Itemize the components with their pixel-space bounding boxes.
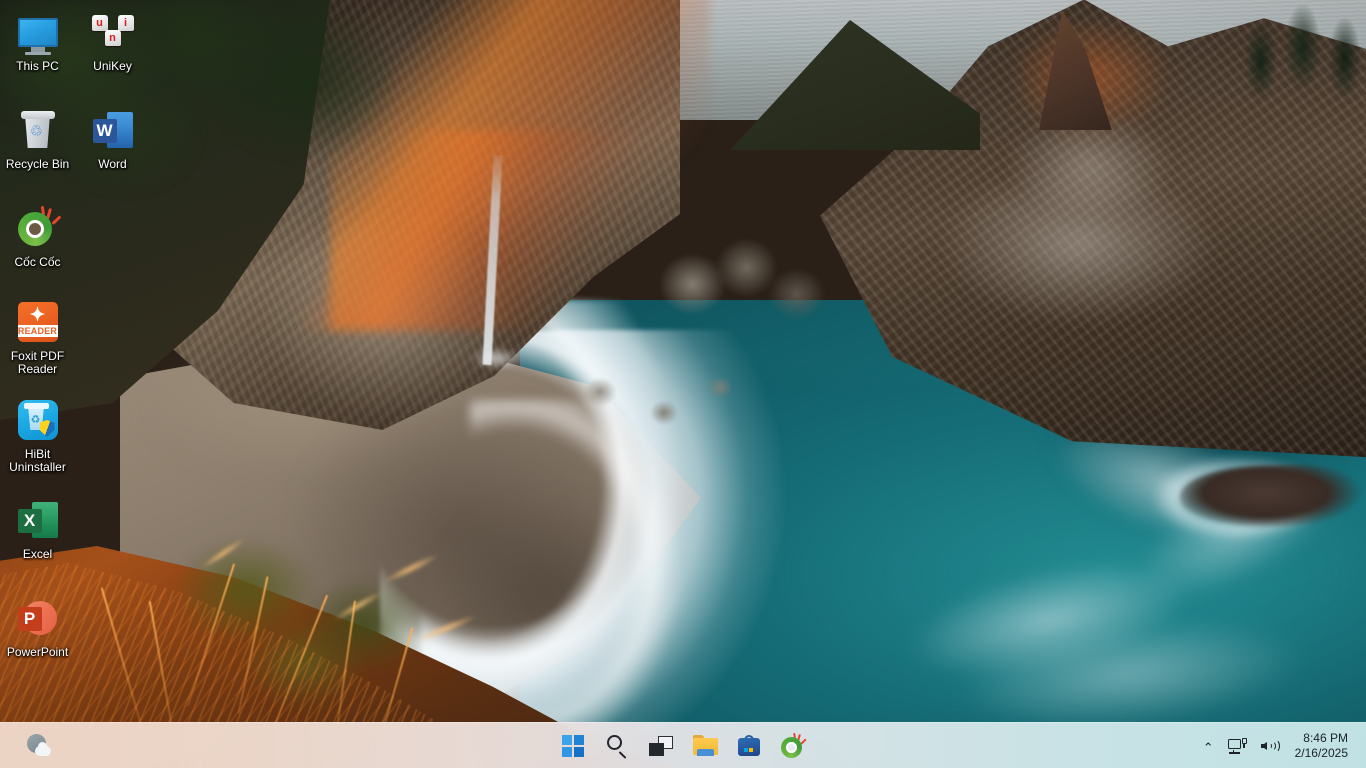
taskbar-center-section <box>551 723 815 768</box>
desktop-icon-coc-coc[interactable]: Cốc Cốc <box>0 204 75 269</box>
desktop-icon-label: Excel <box>22 547 53 561</box>
volume-speaker-icon <box>1260 738 1281 754</box>
microsoft-excel-icon: X <box>14 496 62 544</box>
unikey-key-n: n <box>104 30 121 46</box>
network-ethernet-icon <box>1227 738 1247 754</box>
coc-coc-browser-icon <box>14 204 62 252</box>
unikey-key-i: i <box>117 15 134 31</box>
desktop-icon-unikey[interactable]: u i n UniKey <box>75 8 150 73</box>
start-button[interactable] <box>551 726 595 766</box>
coc-coc-browser-icon <box>781 732 807 758</box>
desktop-icon-label: Cốc Cốc <box>14 255 61 269</box>
desktop-icon-label: PowerPoint <box>6 645 69 659</box>
desktop-icon-foxit-pdf-reader[interactable]: ✦ READER Foxit PDF Reader <box>0 298 75 376</box>
windows-start-icon <box>562 734 584 757</box>
volume-button[interactable] <box>1255 728 1287 764</box>
foxit-pdf-reader-icon: ✦ READER <box>14 298 62 346</box>
microsoft-word-icon: W <box>89 106 137 154</box>
recycle-bin-icon: ♲ <box>14 106 62 154</box>
taskbar: ⌃ 8:46 PM 2/16/2025 <box>0 722 1366 768</box>
desktop-icon-grid: This PC u i n UniKey ♲ Recycle Bin W Wor… <box>0 0 180 700</box>
microsoft-store-button[interactable] <box>727 726 771 766</box>
desktop-icon-label: Recycle Bin <box>5 157 70 171</box>
task-view-button[interactable] <box>639 726 683 766</box>
excel-letter: X <box>17 509 42 533</box>
cloud-sun-icon <box>26 733 52 759</box>
desktop-icon-label: Foxit PDF Reader <box>10 349 65 376</box>
desktop-icon-this-pc[interactable]: This PC <box>0 8 75 73</box>
clock-time: 8:46 PM <box>1303 731 1348 745</box>
this-pc-icon <box>14 8 62 56</box>
desktop-icon-label: This PC <box>16 59 59 73</box>
search-button[interactable] <box>595 726 639 766</box>
desktop-wallpaper <box>0 0 1366 768</box>
powerpoint-letter: P <box>17 607 42 631</box>
foxit-mark: ✦ <box>29 305 46 326</box>
store-bag-icon <box>738 734 760 757</box>
desktop-icon-hibit-uninstaller[interactable]: ♻ HiBit Uninstaller <box>0 396 75 474</box>
search-icon <box>606 734 629 759</box>
coc-coc-button[interactable] <box>771 726 815 766</box>
file-explorer-button[interactable] <box>683 726 727 766</box>
taskbar-left-section <box>0 723 60 768</box>
chevron-up-icon: ⌃ <box>1202 739 1214 755</box>
folder-icon <box>692 735 718 756</box>
word-letter: W <box>92 119 117 143</box>
hibit-recycle-symbol: ♻ <box>30 414 41 426</box>
desktop-icon-label: HiBit Uninstaller <box>9 447 66 474</box>
hibit-uninstaller-icon: ♻ <box>14 396 62 444</box>
desktop-screen: This PC u i n UniKey ♲ Recycle Bin W Wor… <box>0 0 1366 768</box>
show-hidden-icons-button[interactable]: ⌃ <box>1197 728 1220 764</box>
weather-widget[interactable] <box>18 729 60 763</box>
foxit-reader-band: READER <box>17 325 58 337</box>
network-button[interactable] <box>1222 728 1253 764</box>
unikey-key-u: u <box>91 15 108 31</box>
desktop-icon-recycle-bin[interactable]: ♲ Recycle Bin <box>0 106 75 171</box>
desktop-icon-word[interactable]: W Word <box>75 106 150 171</box>
desktop-icon-label: Word <box>98 157 127 171</box>
desktop-icon-excel[interactable]: X Excel <box>0 496 75 561</box>
desktop-icon-label: UniKey <box>93 59 132 73</box>
recycle-symbol: ♲ <box>29 123 43 140</box>
microsoft-powerpoint-icon: P <box>14 594 62 642</box>
unikey-icon: u i n <box>89 8 137 56</box>
taskbar-system-tray: ⌃ 8:46 PM 2/16/2025 <box>1197 723 1366 768</box>
clock-and-date[interactable]: 8:46 PM 2/16/2025 <box>1289 727 1356 765</box>
task-view-icon <box>649 735 673 756</box>
desktop-icon-powerpoint[interactable]: P PowerPoint <box>0 594 75 659</box>
clock-date: 2/16/2025 <box>1294 746 1348 760</box>
